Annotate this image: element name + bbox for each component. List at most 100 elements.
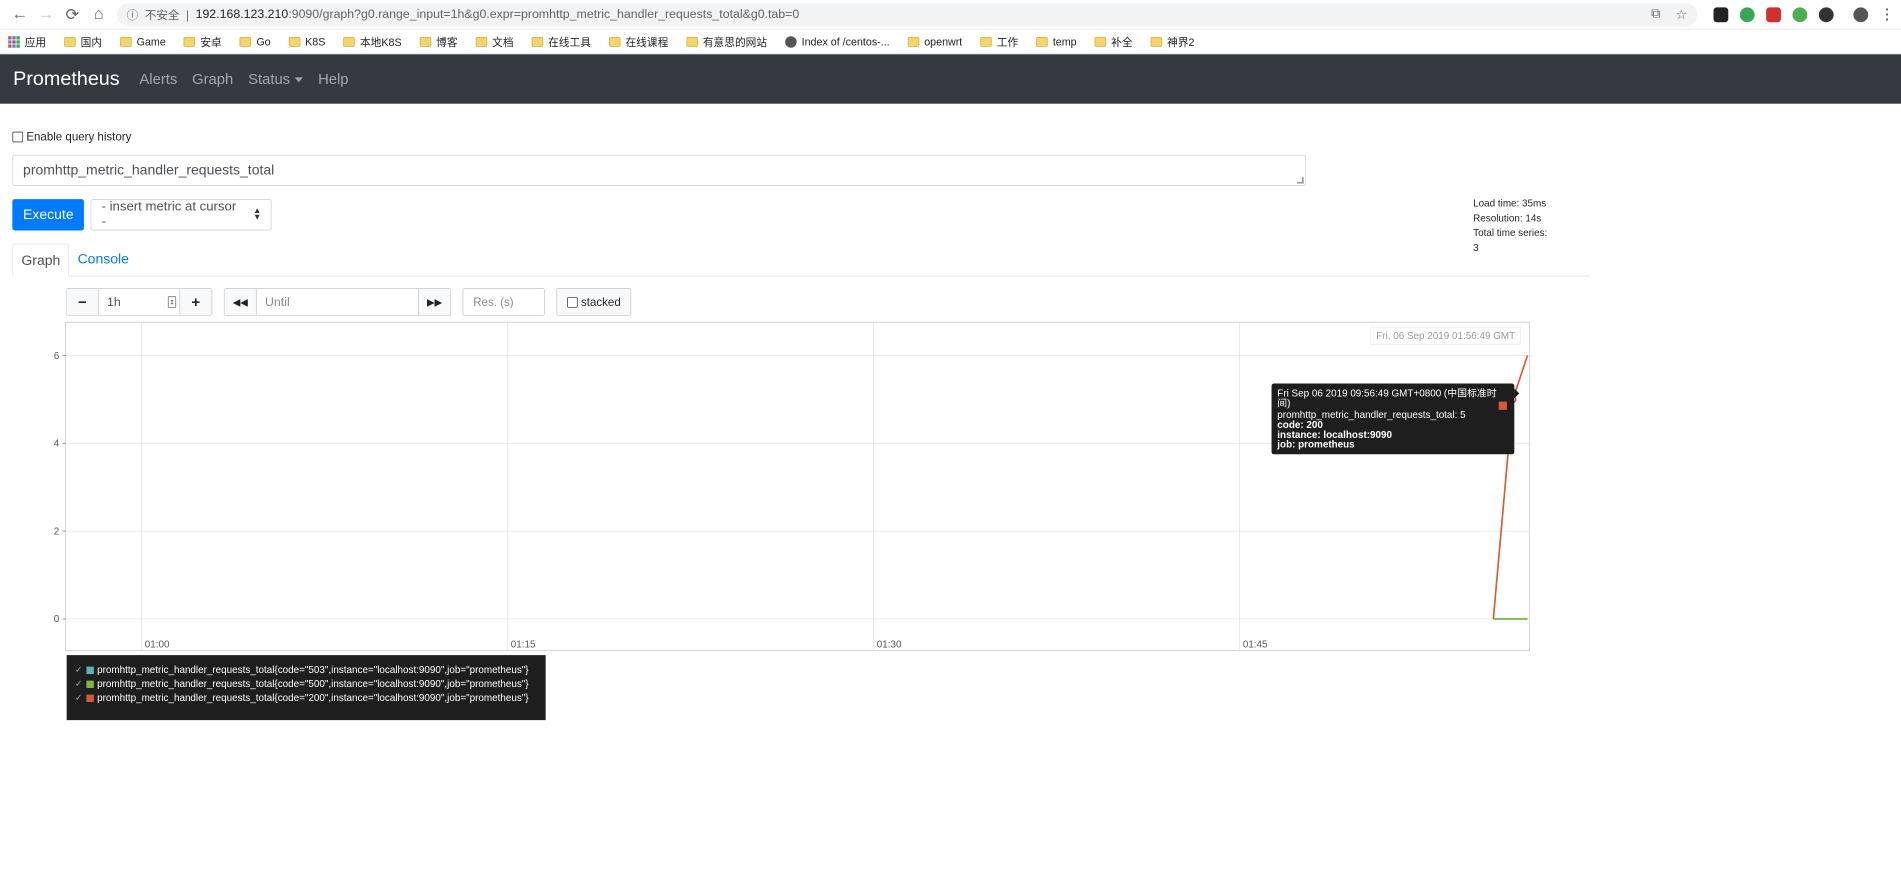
menu-icon[interactable]: ⋮: [1880, 6, 1895, 23]
check-icon: ✓: [74, 692, 83, 703]
range-control: − 1h ⇕ +: [65, 288, 213, 317]
query-stats: Load time: 35ms Resolution: 14s Total ti…: [1473, 196, 1555, 255]
y-tick-label: 2: [54, 526, 59, 537]
bookmark-folder[interactable]: 本地K8S: [343, 34, 402, 50]
bookmark-folder[interactable]: 神界2: [1150, 34, 1195, 50]
spinner-icon[interactable]: ⇕: [167, 296, 177, 308]
bookmark-folder[interactable]: 文档: [475, 34, 514, 50]
x-tick-label: 01:15: [511, 640, 536, 651]
legend-swatch: [86, 666, 94, 675]
brand-logo[interactable]: Prometheus: [13, 67, 120, 90]
folder-icon: [907, 36, 920, 47]
extension-icon[interactable]: [1766, 6, 1781, 22]
check-icon: ✓: [74, 664, 83, 675]
bookmark-folder[interactable]: 在线课程: [609, 34, 668, 50]
tab-console[interactable]: Console: [69, 243, 137, 276]
nav-status[interactable]: Status: [248, 70, 304, 87]
bookmark-folder[interactable]: openwrt: [907, 35, 962, 48]
bookmark-folder[interactable]: K8S: [288, 35, 325, 48]
insert-metric-select[interactable]: - insert metric at cursor - ▲ ▼: [90, 199, 272, 231]
bookmark-folder[interactable]: 安卓: [183, 34, 222, 50]
folder-icon: [1094, 36, 1107, 47]
bookmark-folder[interactable]: 博客: [419, 34, 458, 50]
folder-icon: [343, 36, 356, 47]
star-icon[interactable]: ☆: [1675, 6, 1687, 22]
info-icon[interactable]: ⓘ: [127, 6, 139, 22]
extension-icon[interactable]: [1739, 6, 1755, 22]
extension-icon[interactable]: [1713, 6, 1729, 22]
bookmark-folder[interactable]: 国内: [64, 34, 102, 50]
nav-alerts[interactable]: Alerts: [139, 70, 177, 87]
legend-item[interactable]: ✓ promhttp_metric_handler_requests_total…: [75, 677, 538, 691]
tooltip-series-swatch: [1498, 401, 1507, 410]
bookmark-folder[interactable]: Game: [120, 35, 166, 48]
folder-icon: [239, 36, 252, 47]
bookmark-folder[interactable]: 补全: [1094, 34, 1133, 50]
bookmark-folder[interactable]: 在线工具: [531, 34, 591, 50]
tab-graph[interactable]: Graph: [12, 243, 70, 277]
nav-graph[interactable]: Graph: [192, 70, 233, 87]
bookmarks-bar: 应用 国内 Game 安卓 Go K8S 本地K8S 博客 文档 在线工具 在线…: [0, 30, 1901, 55]
folder-icon: [531, 36, 544, 47]
expression-input[interactable]: promhttp_metric_handler_requests_total: [12, 154, 1307, 186]
folder-icon: [980, 36, 992, 47]
folder-icon: [120, 36, 132, 47]
legend-item[interactable]: ✓ promhttp_metric_handler_requests_total…: [75, 691, 538, 705]
back-icon[interactable]: ←: [7, 1, 33, 27]
until-input[interactable]: Until: [255, 288, 419, 316]
line-chart[interactable]: 01:00 01:15 01:30 01:45 0 2 4 6: [54, 322, 1531, 652]
profile-avatar[interactable]: [1853, 6, 1869, 22]
query-history-label: Enable query history: [26, 130, 132, 144]
fast-forward-button[interactable]: ▶▶: [418, 288, 451, 316]
nav-help[interactable]: Help: [318, 70, 348, 87]
bookmark-folder[interactable]: 有意思的网站: [686, 34, 767, 50]
y-tick-label: 6: [54, 351, 60, 362]
address-bar[interactable]: ⓘ 不安全 | 192.168.123.210:9090/graph?g0.ra…: [116, 2, 1698, 26]
x-tick-label: 01:00: [145, 640, 170, 651]
folder-icon: [475, 36, 488, 47]
legend-label: promhttp_metric_handler_requests_total{c…: [97, 678, 529, 690]
legend-swatch: [86, 694, 94, 703]
hover-tooltip: Fri Sep 06 2019 09:56:49 GMT+0800 (中国标准时…: [1271, 383, 1520, 455]
resolution-input[interactable]: Res. (s): [462, 288, 545, 317]
stacked-checkbox[interactable]: [567, 296, 578, 308]
y-tick-label: 0: [54, 614, 60, 625]
bookmark-folder[interactable]: Go: [239, 35, 271, 48]
check-icon: ✓: [74, 678, 83, 689]
folder-icon: [419, 36, 432, 47]
rewind-button[interactable]: ◀◀: [224, 288, 256, 316]
forward-icon[interactable]: →: [33, 1, 59, 27]
hover-timestamp: Fri, 06 Sep 2019 01:56:49 GMT: [1370, 326, 1521, 345]
bookmark-folder[interactable]: 工作: [980, 34, 1018, 50]
graph-legend: ✓ promhttp_metric_handler_requests_total…: [66, 655, 546, 721]
graph-area[interactable]: 01:00 01:15 01:30 01:45 0 2 4 6 Fri, 06 Sep 201…: [54, 321, 1531, 652]
bookmark-folder[interactable]: temp: [1036, 35, 1077, 48]
range-input[interactable]: 1h ⇕: [97, 288, 181, 316]
legend-item[interactable]: ✓ promhttp_metric_handler_requests_total…: [75, 663, 538, 677]
load-time: Load time: 35ms: [1473, 197, 1547, 210]
range-decrease-button[interactable]: −: [66, 288, 98, 316]
range-increase-button[interactable]: +: [180, 288, 212, 316]
x-tick-label: 01:45: [1243, 640, 1268, 651]
extension-icon[interactable]: [1792, 6, 1808, 22]
query-history-checkbox[interactable]: [12, 131, 24, 142]
stacked-toggle[interactable]: stacked: [556, 288, 632, 317]
legend-label: promhttp_metric_handler_requests_total{c…: [97, 664, 529, 676]
select-arrows-icon: ▲ ▼: [253, 206, 262, 223]
extension-icon[interactable]: [1818, 6, 1834, 22]
reload-icon[interactable]: ⟳: [59, 1, 85, 27]
view-tabs: Graph Console: [12, 242, 1590, 277]
legend-swatch: [86, 680, 94, 689]
resize-handle-icon[interactable]: [1297, 176, 1304, 184]
home-icon[interactable]: ⌂: [86, 1, 112, 27]
query-history-toggle[interactable]: Enable query history: [12, 130, 1888, 143]
translate-icon[interactable]: ⧉: [1651, 6, 1660, 22]
y-tick-label: 4: [54, 439, 60, 450]
folder-icon: [1150, 36, 1163, 47]
url-path: :9090/graph?g0.range_input=1h&g0.expr=pr…: [288, 7, 800, 22]
bookmark-link[interactable]: Index of /centos-...: [785, 35, 890, 48]
execute-button[interactable]: Execute: [12, 199, 85, 231]
tooltip-time: Fri Sep 06 2019 09:56:49 GMT+0800 (中国标准时…: [1277, 387, 1497, 410]
folder-icon: [64, 36, 76, 47]
bookmark-apps[interactable]: 应用: [8, 34, 46, 50]
